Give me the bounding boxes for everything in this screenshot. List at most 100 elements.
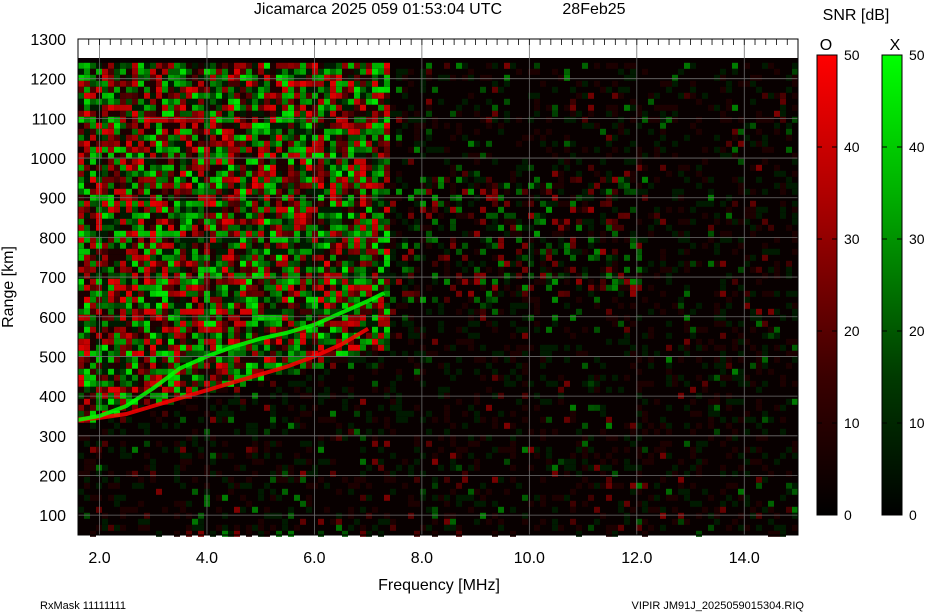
echo-cell	[246, 530, 252, 537]
echo-cell	[264, 266, 270, 273]
echo-cell	[468, 278, 474, 285]
echo-cell	[630, 158, 636, 165]
echo-cell	[354, 248, 360, 255]
echo-cell	[192, 230, 198, 237]
echo-cell	[108, 254, 114, 261]
echo-cell	[312, 116, 318, 123]
echo-cell	[468, 308, 474, 315]
echo-cell	[330, 92, 336, 99]
echo-cell	[84, 290, 90, 297]
echo-cell	[390, 200, 396, 207]
echo-cell	[210, 368, 216, 375]
echo-cell	[180, 164, 186, 171]
echo-cell	[288, 344, 294, 351]
echo-cell	[270, 74, 276, 81]
echo-cell	[138, 146, 144, 153]
echo-cell	[444, 122, 450, 129]
echo-cell	[522, 494, 528, 501]
echo-cell	[456, 176, 462, 183]
echo-cell	[366, 344, 372, 351]
echo-cell	[150, 104, 156, 111]
echo-cell	[264, 254, 270, 261]
echo-cell	[186, 452, 192, 459]
echo-cell	[432, 260, 438, 267]
echo-cell	[150, 302, 156, 309]
echo-cell	[132, 344, 138, 351]
echo-cell	[312, 464, 318, 471]
echo-cell	[354, 122, 360, 129]
echo-cell	[246, 290, 252, 297]
echo-cell	[660, 422, 666, 429]
echo-cell	[84, 470, 90, 477]
echo-cell	[306, 140, 312, 147]
echo-cell	[318, 374, 324, 381]
echo-cell	[336, 176, 342, 183]
echo-cell	[144, 512, 150, 519]
echo-cell	[564, 416, 570, 423]
echo-cell	[192, 404, 198, 411]
echo-cell	[126, 140, 132, 147]
echo-cell	[324, 68, 330, 75]
echo-cell	[498, 242, 504, 249]
echo-cell	[474, 170, 480, 177]
echo-cell	[450, 182, 456, 189]
echo-cell	[234, 164, 240, 171]
echo-cell	[312, 224, 318, 231]
echo-cell	[750, 344, 756, 351]
echo-cell	[84, 362, 90, 369]
echo-cell	[270, 338, 276, 345]
echo-cell	[372, 338, 378, 345]
echo-cell	[318, 296, 324, 303]
echo-cell	[312, 74, 318, 81]
echo-cell	[516, 398, 522, 405]
echo-cell	[330, 74, 336, 81]
echo-cell	[102, 92, 108, 99]
echo-cell	[414, 500, 420, 507]
echo-cell	[384, 116, 390, 123]
echo-cell	[612, 92, 618, 99]
echo-cell	[324, 122, 330, 129]
echo-cell	[198, 62, 204, 69]
echo-cell	[588, 122, 594, 129]
echo-cell	[492, 326, 498, 333]
echo-cell	[444, 206, 450, 213]
echo-cell	[246, 158, 252, 165]
echo-cell	[504, 344, 510, 351]
echo-cell	[570, 404, 576, 411]
echo-cell	[684, 134, 690, 141]
echo-cell	[498, 86, 504, 93]
echo-cell	[270, 170, 276, 177]
echo-cell	[102, 188, 108, 195]
echo-cell	[366, 350, 372, 357]
echo-cell	[120, 260, 126, 267]
echo-cell	[96, 308, 102, 315]
echo-cell	[738, 218, 744, 225]
echo-cell	[192, 224, 198, 231]
echo-cell	[210, 80, 216, 87]
echo-cell	[708, 104, 714, 111]
echo-cell	[180, 380, 186, 387]
echo-cell	[126, 74, 132, 81]
echo-cell	[354, 86, 360, 93]
echo-cell	[690, 398, 696, 405]
echo-cell	[114, 272, 120, 279]
echo-cell	[648, 182, 654, 189]
echo-cell	[348, 116, 354, 123]
echo-cell	[258, 158, 264, 165]
echo-cell	[522, 134, 528, 141]
echo-cell	[708, 410, 714, 417]
echo-cell	[552, 170, 558, 177]
echo-cell	[408, 512, 414, 519]
echo-cell	[336, 266, 342, 273]
echo-cell	[576, 278, 582, 285]
echo-cell	[234, 92, 240, 99]
echo-cell	[90, 254, 96, 261]
echo-cell	[234, 182, 240, 189]
echo-cell	[384, 308, 390, 315]
echo-cell	[762, 380, 768, 387]
echo-cell	[186, 374, 192, 381]
echo-cell	[108, 176, 114, 183]
echo-cell	[300, 476, 306, 483]
echo-cell	[96, 98, 102, 105]
echo-cell	[780, 92, 786, 99]
